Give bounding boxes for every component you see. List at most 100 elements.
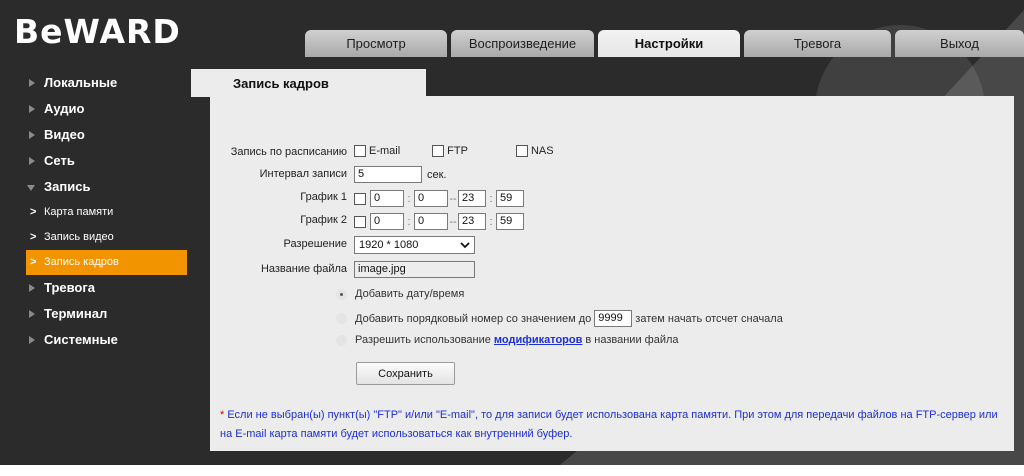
email-checkbox[interactable] [354, 145, 366, 157]
sidebar-subitem-label: Запись кадров [44, 256, 119, 268]
triangle-right-icon [29, 131, 35, 139]
filename-input[interactable]: image.jpg [354, 261, 475, 278]
naming-option-counter[interactable]: Добавить порядковый номер со значением д… [336, 310, 783, 327]
sidebar-item-label: Системные [44, 332, 118, 347]
modifiers-link[interactable]: модификаторов [494, 334, 582, 346]
chevron-right-icon: > [30, 231, 37, 243]
schedule1-start-hour[interactable]: 0 [370, 190, 404, 207]
schedule1-end-minute[interactable]: 59 [496, 190, 524, 207]
triangle-right-icon [29, 79, 35, 87]
modifiers-radio[interactable] [336, 334, 347, 346]
triangle-right-icon [29, 157, 35, 165]
schedule2-end-minute[interactable]: 59 [496, 213, 524, 230]
schedule2-end-hour[interactable]: 23 [458, 213, 486, 230]
sidebar-item-network[interactable]: Сеть [26, 148, 191, 174]
schedule2-label: График 2 [300, 214, 347, 226]
nas-checkbox[interactable] [515, 145, 528, 157]
filename-label: Название файла [260, 263, 347, 275]
resolution-row: 1920 * 1080 [354, 236, 475, 254]
footnote-star: * [220, 409, 225, 421]
schedule2-checkbox[interactable] [354, 215, 366, 228]
sidebar-subitem-video-recording[interactable]: > Запись видео [26, 225, 191, 250]
counter-option-prefix: Добавить порядковый номер со значением д… [355, 312, 592, 325]
time-separator: : [489, 192, 493, 205]
triangle-right-icon [29, 105, 35, 113]
sidebar-subitem-label: Запись видео [44, 231, 114, 243]
naming-option-datetime[interactable]: Добавить дату/время [336, 288, 464, 300]
settings-panel: Запись по расписанию E-mail FTP NAS Инте… [210, 96, 1014, 451]
chevron-right-icon: > [30, 256, 37, 268]
beward-logo: BeWARD [14, 12, 181, 51]
sidebar-item-recording[interactable]: Запись [26, 174, 191, 200]
counter-max-input[interactable]: 9999 [594, 310, 633, 327]
interval-unit: сек. [427, 168, 447, 181]
modifiers-option-suffix: в названии файла [585, 334, 679, 346]
schedule2-row: 0 : 0 -- 23 : 59 [354, 213, 524, 230]
save-button[interactable]: Сохранить [356, 362, 455, 385]
schedule2-start-hour[interactable]: 0 [370, 213, 404, 230]
sidebar-item-system[interactable]: Системные [26, 327, 191, 353]
resolution-label: Разрешение [283, 238, 347, 250]
counter-option-suffix: затем начать отсчет сначала [635, 312, 783, 325]
chevron-right-icon: > [30, 206, 37, 218]
tab-playback[interactable]: Воспроизведение [451, 30, 594, 57]
time-separator: : [407, 192, 411, 205]
sidebar-subitem-label: Карта памяти [44, 206, 114, 218]
schedule2-start-minute[interactable]: 0 [414, 213, 448, 230]
filename-row: image.jpg [354, 261, 475, 278]
schedule-label: Запись по расписанию [230, 146, 347, 158]
tab-view[interactable]: Просмотр [305, 30, 447, 57]
sidebar-item-label: Тревога [44, 280, 96, 295]
schedule1-end-hour[interactable]: 23 [458, 190, 486, 207]
sidebar-subitem-frame-recording[interactable]: > Запись кадров [26, 250, 187, 275]
sidebar-item-label: Запись [44, 179, 91, 194]
schedule1-start-minute[interactable]: 0 [414, 190, 448, 207]
interval-label: Интервал записи [259, 168, 347, 180]
email-option-label: E-mail [369, 145, 401, 157]
range-separator: -- [449, 192, 457, 205]
sidebar-item-label: Аудио [44, 101, 85, 116]
sidebar-item-alarm[interactable]: Тревога [26, 275, 191, 301]
triangle-right-icon [29, 310, 35, 318]
schedule1-label: График 1 [300, 191, 347, 203]
modifiers-option-prefix: Разрешить использование [355, 334, 491, 346]
footnote-text: Если не выбран(ы) пункт(ы) "FTP" и/или "… [220, 409, 998, 440]
content-tab: Запись кадров [191, 69, 426, 97]
schedule1-row: 0 : 0 -- 23 : 59 [354, 190, 524, 207]
tab-settings[interactable]: Настройки [598, 30, 740, 57]
triangle-right-icon [29, 284, 35, 292]
footnote: * Если не выбран(ы) пункт(ы) "FTP" и/или… [220, 406, 1000, 444]
ftp-option-label: FTP [447, 145, 468, 157]
sidebar-item-video[interactable]: Видео [26, 122, 191, 148]
sidebar-item-local[interactable]: Локальные [26, 70, 191, 96]
time-separator: : [489, 215, 493, 228]
sidebar-item-terminal[interactable]: Терминал [26, 301, 191, 327]
interval-row: 5 сек. [354, 166, 447, 183]
interval-input[interactable]: 5 [354, 166, 422, 183]
sidebar-item-label: Терминал [44, 306, 108, 321]
counter-radio[interactable] [336, 313, 347, 324]
time-separator: : [407, 215, 411, 228]
sidebar-item-label: Локальные [44, 75, 118, 90]
datetime-radio[interactable] [336, 288, 347, 300]
chevron-down-icon [460, 241, 470, 248]
resolution-value: 1920 * 1080 [359, 239, 419, 251]
page-title: Запись кадров [233, 76, 329, 91]
schedule-options: E-mail FTP NAS [354, 145, 554, 157]
sidebar: Локальные Аудио Видео Сеть Запись > Карт… [26, 70, 191, 353]
sidebar-subitem-memory-card[interactable]: > Карта памяти [26, 200, 191, 225]
nas-option-label: NAS [530, 145, 554, 157]
triangle-down-icon [27, 185, 35, 191]
range-separator: -- [449, 215, 457, 228]
datetime-option-label: Добавить дату/время [355, 288, 465, 300]
tab-alarm[interactable]: Тревога [744, 30, 891, 57]
ftp-checkbox[interactable] [432, 145, 445, 157]
triangle-right-icon [29, 336, 35, 344]
schedule1-checkbox[interactable] [354, 192, 366, 205]
sidebar-item-label: Видео [44, 127, 85, 142]
tab-logout[interactable]: Выход [895, 30, 1024, 57]
sidebar-item-label: Сеть [44, 153, 75, 168]
resolution-select[interactable]: 1920 * 1080 [354, 236, 475, 254]
sidebar-item-audio[interactable]: Аудио [26, 96, 191, 122]
naming-option-modifiers[interactable]: Разрешить использование модификаторов в … [336, 334, 679, 346]
